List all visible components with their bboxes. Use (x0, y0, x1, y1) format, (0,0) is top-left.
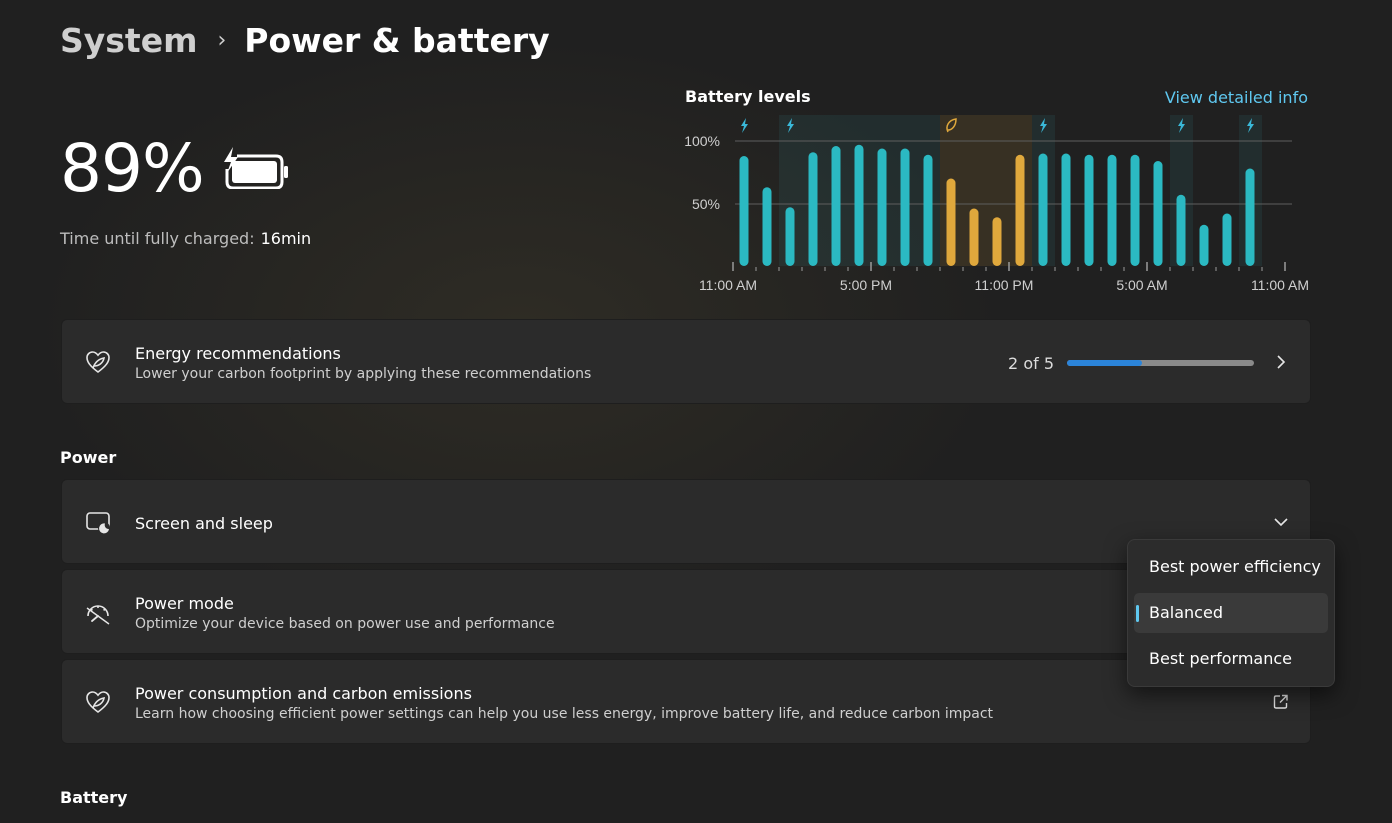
leaf-heart-icon (86, 690, 110, 713)
energy-progress-text: 2 of 5 (1008, 354, 1054, 373)
leaf-heart-icon (86, 350, 110, 373)
battery-bar[interactable] (785, 207, 795, 266)
energy-progress-bar (1067, 360, 1254, 366)
battery-bar[interactable] (1084, 154, 1094, 266)
option-label: Best performance (1149, 649, 1292, 668)
screen-and-sleep-card[interactable]: Screen and sleep (61, 479, 1311, 564)
x-tick-label: 5:00 AM (1116, 277, 1167, 293)
power-mode-title: Power mode (135, 594, 234, 613)
battery-bar[interactable] (900, 148, 910, 267)
charge-time-value: 16min (260, 229, 312, 248)
power-mode-option-performance[interactable]: Best performance (1134, 639, 1328, 679)
energy-title: Energy recommendations (135, 344, 341, 363)
external-link-icon[interactable] (1272, 693, 1290, 711)
battery-bar[interactable] (1153, 161, 1163, 266)
x-tick-label: 11:00 AM (1251, 277, 1309, 293)
battery-bar[interactable] (1199, 224, 1209, 266)
battery-bar[interactable] (1015, 154, 1025, 266)
battery-levels-chart[interactable]: 100% 50% 11:00 AM 5:00 PM 11:00 PM 5:00 … (680, 110, 1312, 300)
battery-bar[interactable] (762, 187, 772, 266)
power-mode-dropdown[interactable]: Best power efficiency Balanced Best perf… (1127, 539, 1335, 687)
view-detailed-info-link[interactable]: View detailed info (1165, 88, 1308, 107)
power-consumption-card[interactable]: Power consumption and carbon emissions L… (61, 659, 1311, 744)
battery-bar[interactable] (946, 178, 956, 267)
battery-bar[interactable] (877, 148, 887, 267)
chevron-right-icon: › (217, 27, 227, 53)
power-mode-subtitle: Optimize your device based on power use … (135, 616, 555, 632)
x-tick-label: 11:00 AM (699, 277, 757, 293)
battery-bar[interactable] (1222, 213, 1232, 267)
option-label: Best power efficiency (1149, 557, 1321, 576)
battery-bar[interactable] (1107, 154, 1117, 266)
screen-sleep-title: Screen and sleep (135, 514, 273, 533)
energy-recommendations-card[interactable]: Energy recommendations Lower your carbon… (61, 319, 1311, 404)
breadcrumb: System › Power & battery (60, 16, 550, 64)
power-mode-card: Power mode Optimize your device based on… (61, 569, 1311, 654)
battery-bar[interactable] (1245, 168, 1255, 267)
battery-charging-icon (218, 145, 290, 193)
page-title: Power & battery (244, 20, 550, 60)
energy-subtitle: Lower your carbon footprint by applying … (135, 366, 592, 382)
charge-time: Time until fully charged: 16min (60, 229, 311, 248)
energy-progress-fill (1067, 360, 1142, 366)
chevron-right-icon (1277, 354, 1286, 369)
selected-indicator (1136, 605, 1139, 622)
power-consumption-subtitle: Learn how choosing efficient power setti… (135, 706, 994, 722)
battery-bar[interactable] (1130, 154, 1140, 266)
power-section-heading: Power (60, 448, 117, 467)
power-mode-option-efficiency[interactable]: Best power efficiency (1134, 547, 1328, 587)
battery-bar[interactable] (1038, 153, 1048, 267)
chart-title: Battery levels (685, 87, 811, 106)
battery-bar[interactable] (739, 156, 749, 266)
battery-section-heading: Battery (60, 788, 128, 807)
x-tick-label: 11:00 PM (975, 277, 1034, 293)
y-tick-label: 100% (684, 133, 720, 149)
chevron-down-icon[interactable] (1272, 513, 1290, 531)
battery-bar[interactable] (808, 152, 818, 266)
battery-bar[interactable] (854, 144, 864, 266)
option-label: Balanced (1149, 603, 1223, 622)
battery-bar[interactable] (923, 154, 933, 266)
battery-bar[interactable] (1061, 153, 1071, 267)
lightning-icon (741, 118, 748, 133)
breadcrumb-system[interactable]: System (60, 21, 197, 60)
charge-time-label: Time until fully charged: (60, 229, 255, 248)
battery-bar[interactable] (969, 208, 979, 267)
y-tick-label: 50% (692, 196, 720, 212)
battery-bar[interactable] (831, 146, 841, 266)
battery-bar[interactable] (1176, 194, 1186, 266)
power-mode-option-balanced[interactable]: Balanced (1134, 593, 1328, 633)
battery-percentage: 89% (60, 130, 205, 207)
power-consumption-title: Power consumption and carbon emissions (135, 684, 472, 703)
screen-sleep-icon (86, 511, 110, 534)
x-tick-label: 5:00 PM (840, 277, 892, 293)
speedometer-icon (86, 604, 110, 625)
battery-bar[interactable] (992, 217, 1002, 266)
